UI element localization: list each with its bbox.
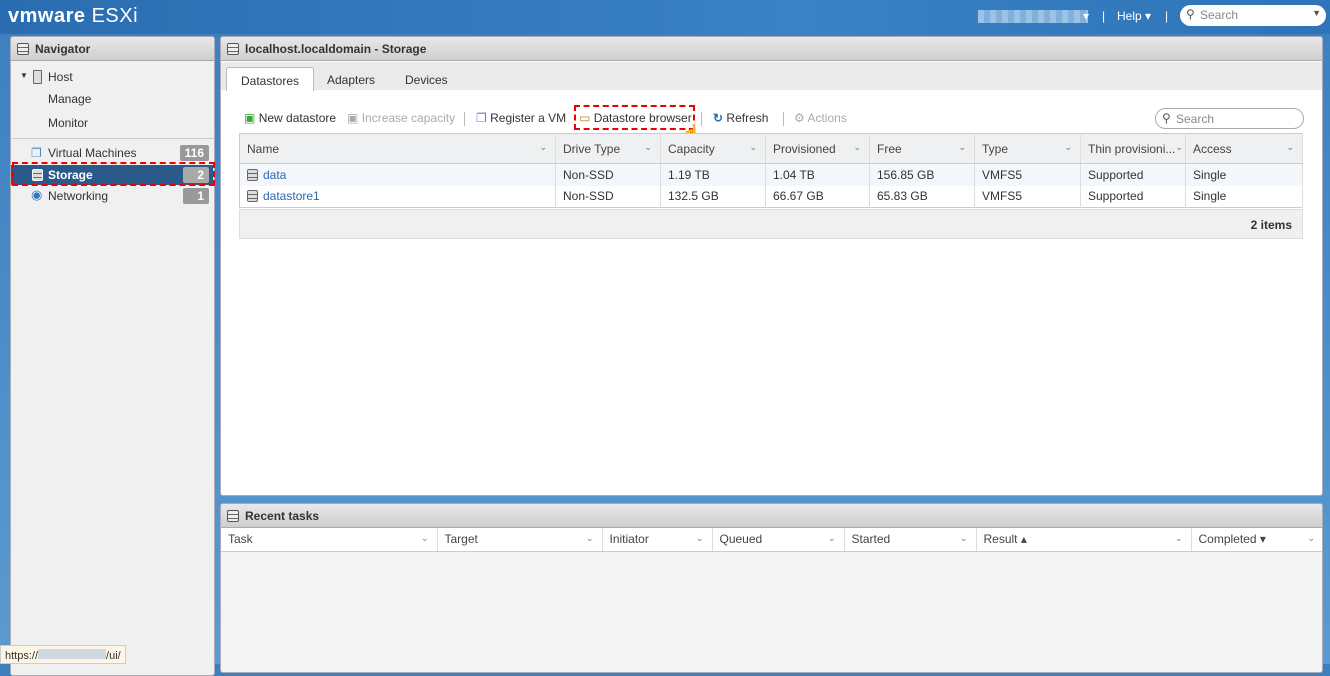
- col-access[interactable]: Access ⌄: [1185, 133, 1303, 164]
- datastore-table: Name ⌄ Drive Type ⌄ Capacity ⌄ Provisioned ⌄…: [239, 133, 1303, 208]
- storage-header: localhost.localdomain - Storage: [221, 37, 1322, 61]
- table-row[interactable]: data Non-SSD 1.19 TB 1.04 TB 156.85 GB VMFS5…: [239, 163, 1303, 186]
- register-vm-icon: ❐: [476, 111, 487, 125]
- status-bar-url: https:///ui/: [0, 645, 126, 664]
- navigator-icon: [17, 43, 29, 55]
- col-task[interactable]: Task ⌄: [221, 528, 438, 552]
- recent-tasks-panel: Recent tasks Task ⌄ Target ⌄ Initiator ⌄ Qu…: [220, 503, 1323, 673]
- vmware-logo: vmware ESXi: [8, 5, 139, 27]
- vm-icon: ❐: [31, 146, 42, 160]
- nav-virtual-machines[interactable]: ❐ Virtual Machines 116: [11, 143, 213, 163]
- col-queued[interactable]: Queued ⌄: [712, 528, 845, 552]
- tab-datastores[interactable]: Datastores: [226, 67, 315, 91]
- new-datastore-icon: ▣: [244, 111, 256, 125]
- tab-adapters[interactable]: Adapters: [313, 67, 389, 91]
- actions-button[interactable]: ⚙ Actions: [794, 111, 847, 125]
- col-type[interactable]: Type ⌄: [974, 133, 1081, 164]
- datastore-icon: [247, 168, 258, 181]
- col-thin-provisioning[interactable]: Thin provisioni... ⌄: [1080, 133, 1186, 164]
- globe-icon: ◉: [31, 187, 43, 202]
- caret-down-icon: ▼: [20, 71, 28, 80]
- col-provisioned[interactable]: Provisioned ⌄: [765, 133, 870, 164]
- col-started[interactable]: Started ⌄: [844, 528, 977, 552]
- recent-tasks-header: Recent tasks: [221, 504, 1322, 528]
- table-footer: 2 items: [239, 209, 1303, 239]
- storage-panel: localhost.localdomain - Storage Datastor…: [220, 36, 1323, 496]
- highlight-datastore-browser: [574, 105, 695, 130]
- col-capacity[interactable]: Capacity ⌄: [660, 133, 766, 164]
- col-free[interactable]: Free ⌄: [869, 133, 975, 164]
- refresh-icon: ↻: [713, 111, 724, 125]
- tab-bar: Datastores Adapters Devices: [221, 62, 1322, 91]
- highlight-storage: [12, 162, 215, 186]
- user-menu-caret[interactable]: ▾: [1083, 9, 1089, 23]
- tab-devices[interactable]: Devices: [391, 67, 462, 91]
- register-vm-button[interactable]: ❐ Register a VM: [476, 111, 566, 125]
- tasks-icon: [227, 510, 239, 522]
- increase-capacity-button[interactable]: ▣ Increase capacity: [347, 111, 455, 125]
- host-icon: [33, 70, 42, 84]
- col-drive-type[interactable]: Drive Type ⌄: [555, 133, 661, 164]
- datastore-search-input[interactable]: ⚲ Search: [1155, 108, 1304, 129]
- increase-capacity-icon: ▣: [347, 111, 359, 125]
- top-bar: vmware ESXi ▾ | Help ▾ | ⚲ Search ▼: [0, 0, 1330, 34]
- col-target[interactable]: Target ⌄: [437, 528, 603, 552]
- datastore-link[interactable]: datastore1: [263, 189, 320, 203]
- user-menu-redacted[interactable]: [978, 10, 1088, 23]
- tasks-table: Task ⌄ Target ⌄ Initiator ⌄ Queued ⌄ Started…: [221, 528, 1322, 552]
- datastore-icon: [247, 190, 258, 203]
- table-row[interactable]: datastore1 Non-SSD 132.5 GB 66.67 GB 65.83 …: [239, 185, 1303, 208]
- nav-manage[interactable]: Manage: [11, 89, 213, 109]
- datastore-link[interactable]: data: [263, 168, 286, 182]
- nav-networking[interactable]: ◉ Networking 1: [11, 186, 213, 206]
- col-result[interactable]: Result ▴ ⌄: [976, 528, 1192, 552]
- new-datastore-button[interactable]: ▣ New datastore: [244, 111, 336, 125]
- search-icon: ⚲: [1162, 111, 1171, 125]
- storage-icon: [227, 43, 239, 55]
- refresh-button[interactable]: ↻ Refresh: [713, 111, 768, 125]
- gear-icon: ⚙: [794, 111, 805, 125]
- search-icon: ⚲: [1186, 7, 1195, 21]
- nav-host[interactable]: ▼ Host: [11, 67, 213, 87]
- col-name[interactable]: Name ⌄: [239, 133, 556, 164]
- navigator-header: Navigator: [11, 37, 214, 61]
- global-search-input[interactable]: ⚲ Search ▼: [1180, 5, 1326, 26]
- col-completed[interactable]: Completed ▾ ⌄: [1191, 528, 1322, 552]
- col-initiator[interactable]: Initiator ⌄: [602, 528, 713, 552]
- nav-monitor[interactable]: Monitor: [11, 113, 213, 133]
- chevron-down-icon[interactable]: ▼: [1312, 8, 1321, 18]
- navigator-panel: Navigator ▼ Host Manage Monitor ❐ Virtual …: [10, 36, 215, 676]
- help-menu[interactable]: Help ▾: [1117, 9, 1151, 23]
